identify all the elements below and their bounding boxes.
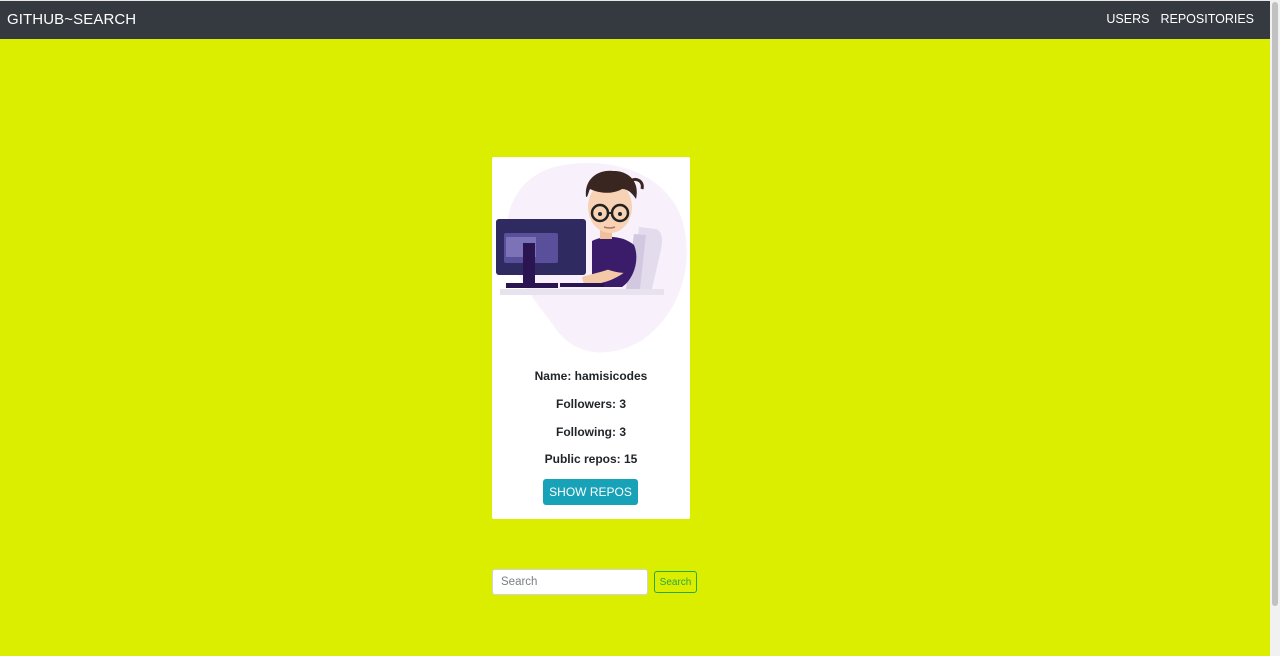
nav-link-users[interactable]: USERS <box>1106 12 1149 26</box>
profile-card: Name: hamisicodes Followers: 3 Following… <box>492 157 690 519</box>
vertical-scrollbar[interactable] <box>1270 0 1280 656</box>
profile-followers: Followers: 3 <box>555 397 626 411</box>
search-input[interactable] <box>492 569 648 595</box>
nav-link-repositories[interactable]: REPOSITORIES <box>1160 12 1254 26</box>
top-navbar: GITHUB~SEARCH USERS REPOSITORIES <box>0 0 1270 39</box>
profile-public-repos: Public repos: 15 <box>544 452 638 466</box>
scrollbar-thumb[interactable] <box>1272 2 1278 606</box>
profile-name: Name: hamisicodes <box>534 369 648 383</box>
developer-illustration-avatar <box>496 162 687 353</box>
profile-following: Following: 3 <box>556 425 626 439</box>
nav-links: USERS REPOSITORIES <box>1106 12 1254 26</box>
brand-title[interactable]: GITHUB~SEARCH <box>7 11 136 28</box>
show-repos-button[interactable]: SHOW REPOS <box>543 479 638 505</box>
search-button[interactable]: Search <box>654 571 697 593</box>
